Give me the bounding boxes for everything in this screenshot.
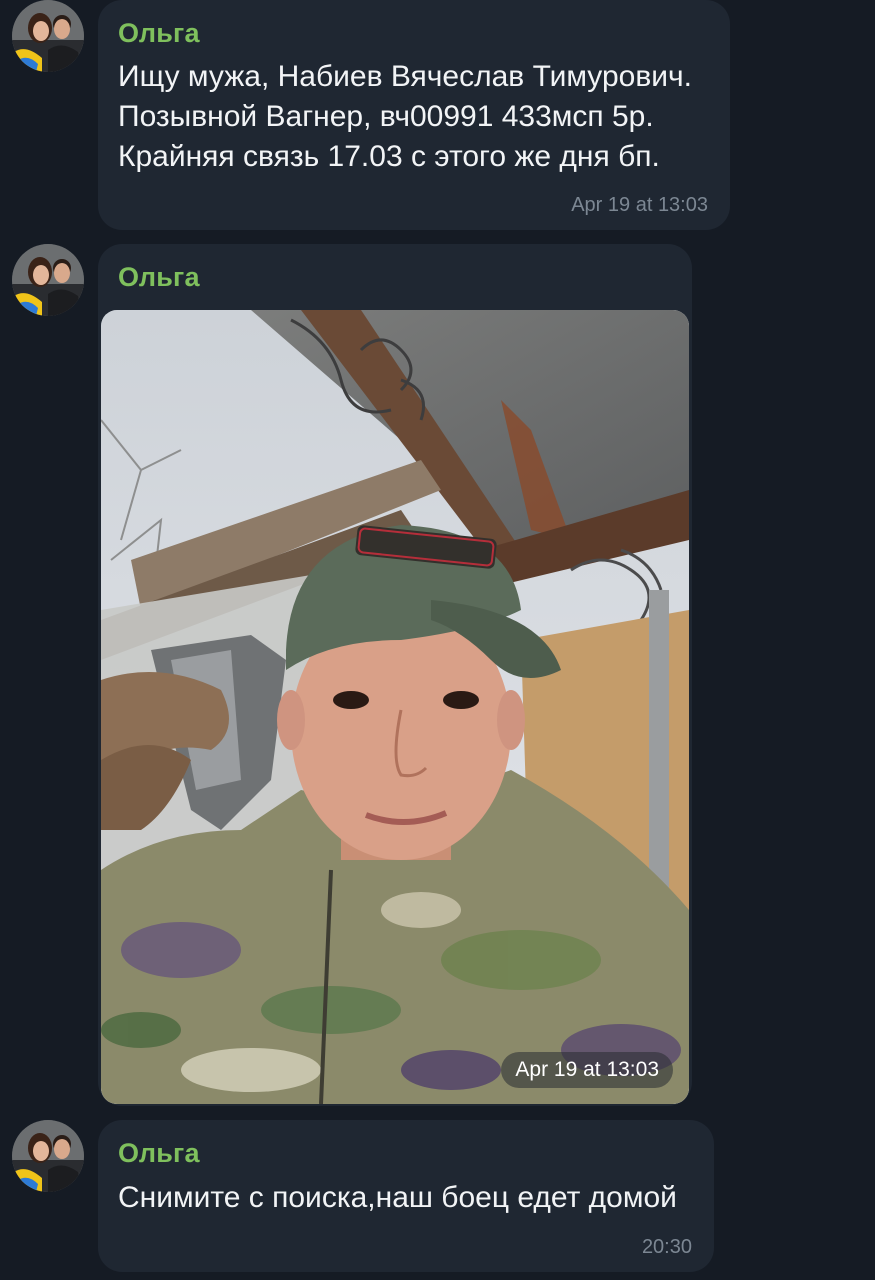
sender-name[interactable]: Ольга [118,262,200,293]
message-photo[interactable]: Apr 19 at 13:03 [101,310,689,1104]
photo-timestamp: Apr 19 at 13:03 [501,1052,673,1088]
message-timestamp: 20:30 [641,1236,692,1258]
sender-avatar[interactable] [12,1120,84,1192]
chat-history: Ольга Ищу мужа, Набиев Вячеслав Тимурови… [0,0,875,1280]
sender-avatar[interactable] [12,244,84,316]
message-text-line: Позывной Вагнер, вч00991 433мсп 5р. [118,100,654,133]
sender-name[interactable]: Ольга [118,1138,200,1169]
sender-avatar[interactable] [12,0,84,72]
selfie-photo-image [101,310,689,1104]
message-bubble[interactable]: Ольга Снимите с поиска,наш боец едет дом… [98,1120,714,1272]
message-bubble[interactable]: Ольга Ищу мужа, Набиев Вячеслав Тимурови… [98,0,730,230]
message-text-line: Снимите с поиска,наш боец едет домой [118,1181,677,1214]
avatar-photo-icon [12,1120,84,1192]
avatar-photo-icon [12,0,84,72]
photo-message-bubble[interactable]: Ольга Apr 19 at 13:03 [98,244,692,1106]
message-timestamp: Apr 19 at 13:03 [571,194,708,216]
avatar-photo-icon [12,244,84,316]
sender-name[interactable]: Ольга [118,18,200,49]
message-text-line: Ищу мужа, Набиев Вячеслав Тимурович. [118,60,692,93]
message-text-line: Крайняя связь 17.03 с этого же дня бп. [118,140,660,173]
